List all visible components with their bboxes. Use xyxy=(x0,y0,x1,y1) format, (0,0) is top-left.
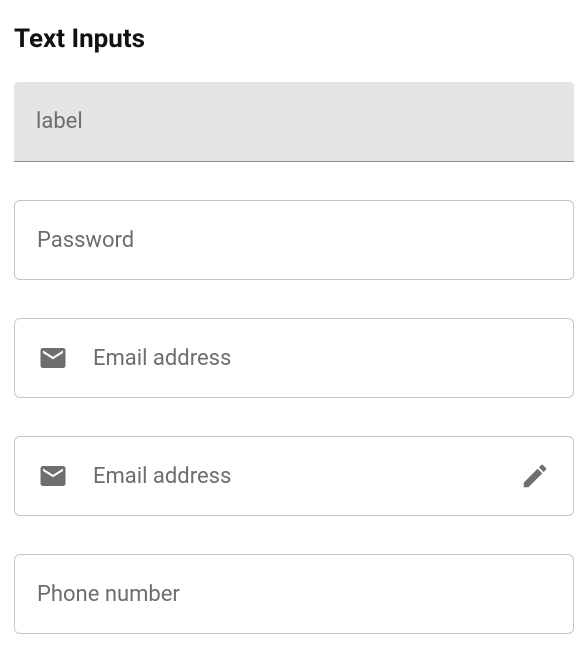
section-heading: Text Inputs xyxy=(14,24,574,54)
text-field-filled[interactable]: label xyxy=(14,82,574,162)
phone-field[interactable]: Phone number xyxy=(14,554,574,634)
email-field-leading-trailing[interactable]: Email address xyxy=(14,436,574,516)
password-field[interactable]: Password xyxy=(14,200,574,280)
email-field-leading[interactable]: Email address xyxy=(14,318,574,398)
